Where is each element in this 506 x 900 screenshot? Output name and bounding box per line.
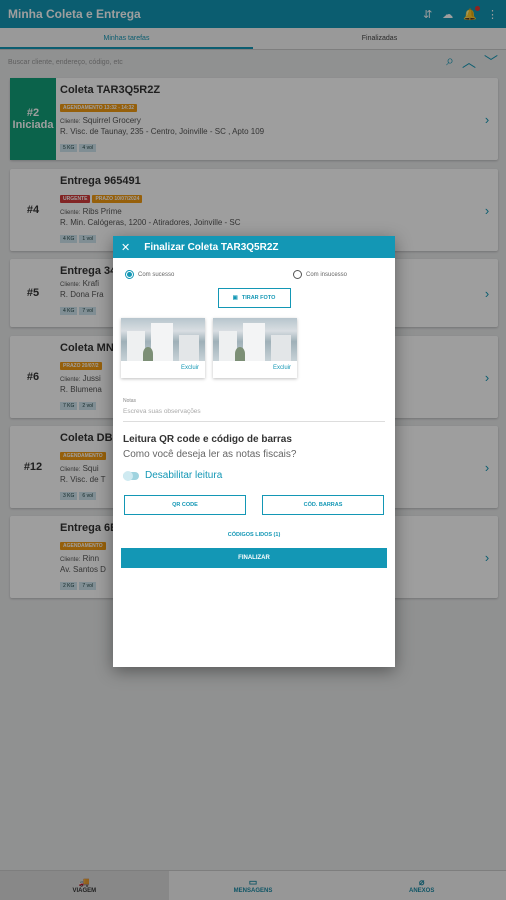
delete-photo-button[interactable]: Excluir [121,361,205,371]
toggle-label: Desabilitar leitura [145,470,223,481]
radio-unselected-icon [292,270,302,279]
take-photo-button[interactable]: ▣ TIRAR FOTO [217,288,291,308]
dialog-title: Finalizar Coleta TAR3Q5R2Z [144,241,279,253]
codes-read-link[interactable]: CÓDIGOS LIDOS (1) [113,532,395,538]
photo-image [213,318,297,361]
image-icon: ▣ [232,295,238,301]
notes-label: Notas [123,398,137,404]
take-photo-label: TIRAR FOTO [241,295,276,301]
radio-success-label: Com sucesso [138,271,175,278]
photo-image [121,318,205,361]
finish-dialog: ✕ Finalizar Coleta TAR3Q5R2Z Com sucesso… [113,236,395,667]
disable-reading-toggle-row[interactable]: Desabilitar leitura [123,470,385,481]
scan-section-subtitle: Como você deseja ler as notas fiscais? [123,449,297,460]
radio-selected-icon [125,270,134,279]
toggle-switch[interactable] [123,470,139,481]
close-icon[interactable]: ✕ [121,241,130,254]
radio-success[interactable]: Com sucesso [125,270,174,279]
notes-field[interactable]: Notas Escreva suas observações [123,398,385,422]
qr-code-button[interactable]: QR CODE [124,495,246,515]
barcode-button[interactable]: CÓD. BARRAS [262,495,384,515]
photo-thumbnail: Excluir [121,318,205,378]
radio-failure[interactable]: Com insucesso [292,270,347,279]
notes-placeholder: Escreva suas observações [123,408,201,415]
delete-photo-button[interactable]: Excluir [213,361,297,371]
radio-failure-label: Com insucesso [305,271,347,278]
photo-thumbnail: Excluir [213,318,297,378]
dialog-header: ✕ Finalizar Coleta TAR3Q5R2Z [113,236,395,258]
scan-section-title: Leitura QR code e código de barras [123,434,292,445]
finish-button[interactable]: FINALIZAR [121,548,387,568]
